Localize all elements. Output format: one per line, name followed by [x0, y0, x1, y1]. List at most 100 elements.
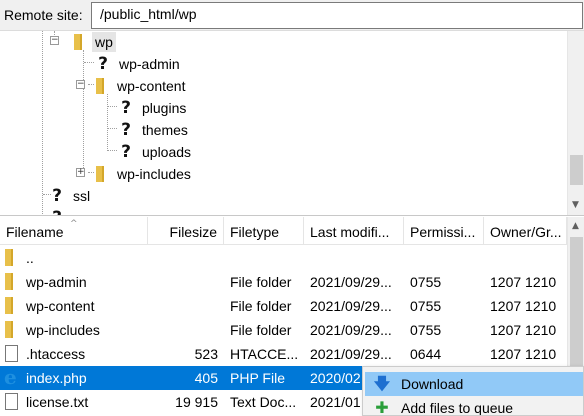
tree-item-label: uploads: [142, 144, 192, 160]
scroll-down-arrow-icon[interactable]: ▼: [572, 200, 579, 210]
tree-item-label: plugins: [142, 100, 187, 116]
folder-icon: [74, 34, 82, 50]
cell-owner-group: 1207 1210: [490, 274, 557, 290]
file-row[interactable]: wp-admin File folder 2021/09/29... 0755 1207…: [0, 270, 567, 294]
tree-connector: [42, 31, 43, 215]
tree-item-wp[interactable]: wp: [74, 31, 116, 53]
cell-filetype: File folder: [230, 298, 292, 314]
cell-permissions: 0755: [410, 298, 442, 314]
cell-filename: ..: [26, 250, 34, 266]
file-row[interactable]: wp-content File folder 2021/09/29... 0755 12…: [0, 294, 567, 318]
tree-item-ssl[interactable]: ? ssl: [50, 185, 93, 207]
remote-site-path-input[interactable]: /public_html/wp: [91, 2, 583, 29]
cell-filesize: 405: [194, 370, 218, 386]
folder-icon: [5, 321, 13, 338]
cell-filetype: File folder: [230, 322, 292, 338]
file-row[interactable]: ..: [0, 246, 567, 270]
column-header-owner-group[interactable]: Owner/Gr...: [484, 217, 567, 245]
folder-icon: [5, 249, 13, 266]
ie-icon: e: [4, 365, 17, 389]
tree-item-partial: ?: [50, 207, 70, 215]
tree-item-label: wp-includes: [117, 166, 191, 182]
cell-filename: index.php: [26, 370, 87, 386]
cell-owner-group: 1207 1210: [490, 298, 557, 314]
question-icon: ?: [96, 55, 110, 73]
add-to-queue-icon: ✚: [375, 398, 389, 416]
tree-item-uploads[interactable]: ? uploads: [119, 141, 194, 163]
cell-filesize: 523: [194, 346, 218, 362]
tree-connector: [108, 150, 117, 151]
cell-filesize: [148, 318, 218, 342]
cell-filesize: [148, 294, 218, 318]
column-header-last-modified[interactable]: Last modifi...: [304, 217, 404, 245]
cell-filename: .htaccess: [26, 346, 86, 362]
tree-item-label: ssl: [73, 188, 91, 204]
tree-item-themes[interactable]: ? themes: [119, 119, 191, 141]
cell-filename: wp-admin: [26, 274, 87, 290]
remote-site-bar: Remote site: /public_html/wp: [0, 0, 584, 31]
cell-last-modified: 2021/09/29...: [310, 274, 392, 290]
cell-filename: wp-includes: [26, 322, 100, 338]
tree-connector: [108, 128, 117, 129]
menu-item-download[interactable]: 🡇 Download: [365, 372, 583, 396]
scrollbar-thumb[interactable]: [570, 237, 583, 387]
cell-filetype: PHP File: [230, 370, 285, 386]
menu-item-add-files-to-queue[interactable]: ✚ Add files to queue: [365, 396, 583, 416]
cell-permissions: 0644: [410, 346, 442, 362]
column-header-filetype[interactable]: Filetype: [224, 217, 304, 245]
cell-filetype: File folder: [230, 274, 292, 290]
column-header-filesize[interactable]: Filesize: [148, 217, 224, 245]
column-header-permissions[interactable]: Permissi...: [404, 217, 484, 245]
cell-permissions: [410, 246, 482, 270]
file-row[interactable]: wp-includes File folder 2021/09/29... 0755 1…: [0, 318, 567, 342]
tree-item-wp-content[interactable]: wp-content: [96, 75, 188, 97]
question-icon: ?: [50, 209, 64, 215]
cell-filename: wp-content: [26, 298, 95, 314]
folder-icon: [5, 273, 13, 290]
remote-site-label: Remote site:: [4, 7, 83, 23]
cell-filename: license.txt: [26, 394, 89, 410]
cell-last-modified: 2021/09/29...: [310, 298, 392, 314]
tree-connector: [88, 172, 94, 173]
folder-icon: [96, 78, 104, 94]
menu-item-label: Download: [401, 376, 464, 392]
file-row[interactable]: .htaccess 523 HTACCE... 2021/09/29... 0644 12…: [0, 342, 567, 366]
document-icon: [5, 345, 18, 362]
cell-owner-group: 1207 1210: [490, 322, 557, 338]
folder-icon: [5, 297, 13, 314]
tree-item-plugins[interactable]: ? plugins: [119, 97, 189, 119]
folder-icon: [96, 166, 104, 182]
download-icon: 🡇: [373, 374, 391, 393]
tree-connector: [88, 84, 94, 85]
expand-toggle-icon[interactable]: +: [76, 168, 85, 177]
cell-permissions: 0755: [410, 322, 442, 338]
cell-owner-group: [490, 246, 560, 270]
tree-item-wp-includes[interactable]: wp-includes: [96, 163, 194, 185]
document-icon: [5, 393, 18, 410]
tree-connector: [83, 50, 84, 174]
tree-item-label: wp-admin: [119, 56, 180, 72]
question-icon: ?: [119, 143, 133, 161]
file-list-header: Filename ^ Filesize Filetype Last modifi…: [0, 217, 567, 245]
tree-item-label: wp: [92, 32, 116, 52]
cell-last-modified: [310, 246, 402, 270]
collapse-toggle-icon[interactable]: −: [50, 36, 59, 45]
cell-filesize: [148, 270, 218, 294]
cell-filetype: Text Doc...: [230, 394, 297, 410]
scroll-up-arrow-icon[interactable]: ▲: [572, 221, 579, 231]
tree-scrollbar[interactable]: ▼: [567, 31, 584, 215]
sort-ascending-icon: ^: [70, 219, 78, 229]
cell-last-modified: 2021/09/29...: [310, 322, 392, 338]
question-icon: ?: [119, 99, 133, 117]
tree-item-label: wp-content: [117, 78, 186, 94]
scrollbar-thumb[interactable]: [570, 155, 583, 185]
cell-owner-group: 1207 1210: [490, 346, 557, 362]
cell-filetype: [230, 246, 302, 270]
cell-filetype: HTACCE...: [230, 346, 299, 362]
tree-item-wp-admin[interactable]: ? wp-admin: [96, 53, 183, 75]
tree-item-label: themes: [142, 122, 188, 138]
cell-filesize: [148, 246, 218, 270]
collapse-toggle-icon[interactable]: −: [76, 80, 85, 89]
cell-last-modified: 2021/09/29...: [310, 346, 392, 362]
question-icon: ?: [50, 187, 64, 205]
